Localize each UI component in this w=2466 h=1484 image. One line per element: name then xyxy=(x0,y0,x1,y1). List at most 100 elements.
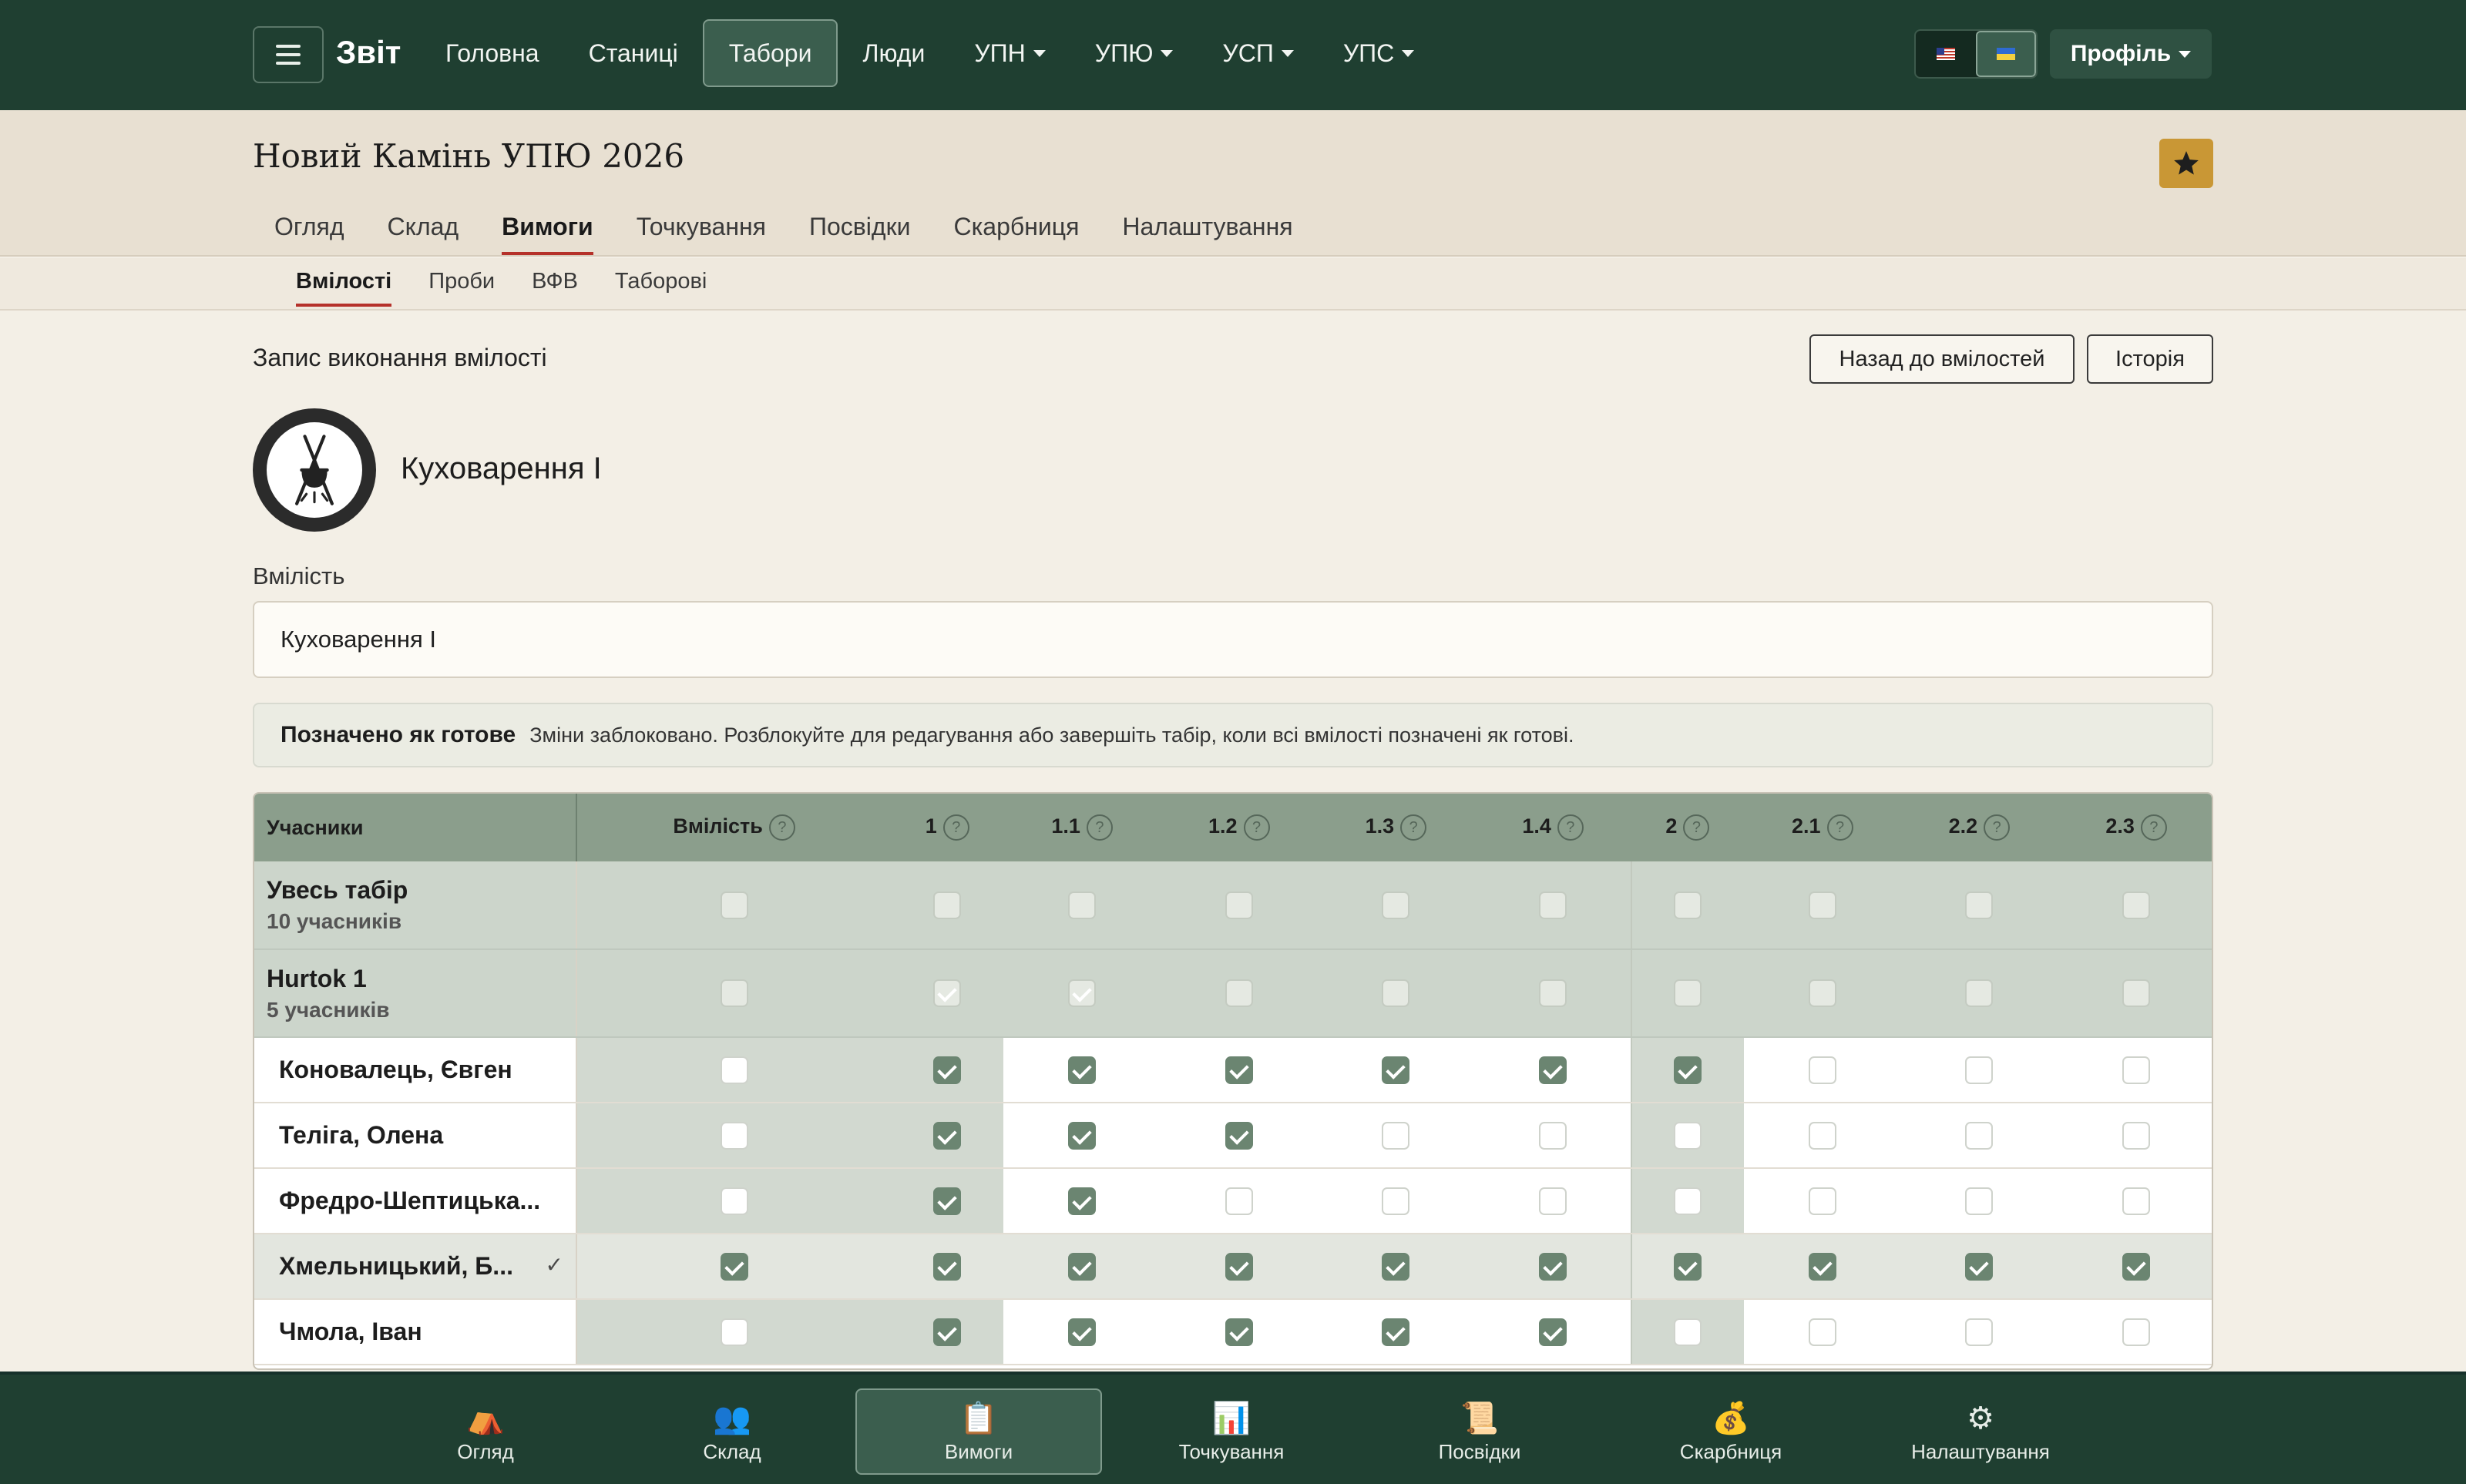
subtab-vfv[interactable]: ВФВ xyxy=(513,266,596,307)
requirement-checkbox[interactable] xyxy=(933,1121,962,1150)
requirement-checkbox[interactable] xyxy=(1808,1121,1836,1150)
lang-uk-button[interactable] xyxy=(1976,31,2036,77)
requirement-checkbox[interactable] xyxy=(1808,979,1836,1007)
requirement-checkbox[interactable] xyxy=(1382,1121,1410,1150)
requirement-checkbox[interactable] xyxy=(1225,1056,1253,1084)
bottom-nav-scroll[interactable]: 📜 Посвідки xyxy=(1356,1388,1603,1475)
nav-upn-dropdown[interactable]: УПН xyxy=(949,19,1070,87)
requirement-checkbox[interactable] xyxy=(1965,1318,1994,1346)
help-icon[interactable]: ? xyxy=(1086,814,1113,841)
requirement-checkbox[interactable] xyxy=(2122,1318,2151,1346)
requirement-checkbox[interactable] xyxy=(2122,891,2151,919)
subtab-camp[interactable]: Таборові xyxy=(596,266,725,307)
bottom-nav-tent[interactable]: ⛺ Огляд xyxy=(362,1388,609,1475)
requirement-checkbox[interactable] xyxy=(1068,1056,1097,1084)
requirement-checkbox[interactable] xyxy=(1225,891,1253,919)
requirement-checkbox[interactable] xyxy=(933,1187,962,1215)
tab-requirements[interactable]: Вимоги xyxy=(480,206,615,255)
nav-usp-dropdown[interactable]: УСП xyxy=(1198,19,1318,87)
requirement-checkbox[interactable] xyxy=(1382,1187,1410,1215)
requirement-checkbox[interactable] xyxy=(1225,1121,1253,1150)
requirement-checkbox[interactable] xyxy=(1538,1252,1567,1281)
bottom-nav-bar-chart[interactable]: 📊 Точкування xyxy=(1108,1388,1355,1475)
requirement-checkbox[interactable] xyxy=(1382,1252,1410,1281)
nav-people[interactable]: Люди xyxy=(838,19,949,87)
requirement-checkbox[interactable] xyxy=(1674,1121,1702,1150)
requirement-checkbox[interactable] xyxy=(1808,891,1836,919)
favorite-star-button[interactable] xyxy=(2159,139,2213,188)
requirement-checkbox[interactable] xyxy=(1808,1056,1836,1084)
requirement-checkbox[interactable] xyxy=(1965,1187,1994,1215)
bottom-nav-gear[interactable]: ⚙ Налаштування xyxy=(1857,1388,2104,1475)
help-icon[interactable]: ? xyxy=(1683,814,1710,841)
requirement-checkbox[interactable] xyxy=(1382,1318,1410,1346)
requirement-checkbox[interactable] xyxy=(933,979,962,1007)
requirement-checkbox[interactable] xyxy=(933,891,962,919)
tab-settings[interactable]: Налаштування xyxy=(1100,206,1314,255)
requirement-checkbox[interactable] xyxy=(1068,1252,1097,1281)
back-to-skills-button[interactable]: Назад до вмілостей xyxy=(1809,334,2075,384)
nav-upyu-dropdown[interactable]: УПЮ xyxy=(1070,19,1198,87)
requirement-checkbox[interactable] xyxy=(720,1318,748,1346)
requirement-checkbox[interactable] xyxy=(1674,1252,1702,1281)
subtab-skills[interactable]: Вмілості xyxy=(277,266,410,307)
requirement-checkbox[interactable] xyxy=(1538,1318,1567,1346)
requirement-checkbox[interactable] xyxy=(1538,891,1567,919)
requirement-checkbox[interactable] xyxy=(720,1056,748,1084)
requirement-checkbox[interactable] xyxy=(1965,891,1994,919)
bottom-nav-clipboard[interactable]: 📋 Вимоги xyxy=(855,1388,1102,1475)
nav-home[interactable]: Головна xyxy=(421,19,564,87)
requirement-checkbox[interactable] xyxy=(1068,1187,1097,1215)
skill-select-field[interactable]: Куховарення І xyxy=(253,601,2213,678)
requirement-checkbox[interactable] xyxy=(1538,1187,1567,1215)
tab-roster[interactable]: Склад xyxy=(366,206,481,255)
tab-overview[interactable]: Огляд xyxy=(253,206,366,255)
requirement-checkbox[interactable] xyxy=(1538,1121,1567,1150)
requirement-checkbox[interactable] xyxy=(2122,1056,2151,1084)
requirement-checkbox[interactable] xyxy=(1382,891,1410,919)
requirement-checkbox[interactable] xyxy=(1068,1318,1097,1346)
help-icon[interactable]: ? xyxy=(1243,814,1270,841)
requirement-checkbox[interactable] xyxy=(1674,1056,1702,1084)
requirement-checkbox[interactable] xyxy=(2122,979,2151,1007)
requirement-checkbox[interactable] xyxy=(720,1252,748,1281)
requirement-checkbox[interactable] xyxy=(1674,1187,1702,1215)
requirement-checkbox[interactable] xyxy=(1965,979,1994,1007)
requirement-checkbox[interactable] xyxy=(1068,891,1097,919)
requirement-checkbox[interactable] xyxy=(1068,1121,1097,1150)
requirement-checkbox[interactable] xyxy=(1808,1318,1836,1346)
requirement-checkbox[interactable] xyxy=(2122,1121,2151,1150)
requirement-checkbox[interactable] xyxy=(1225,1187,1253,1215)
history-button[interactable]: Історія xyxy=(2087,334,2213,384)
tab-scoring[interactable]: Точкування xyxy=(615,206,788,255)
requirement-checkbox[interactable] xyxy=(1674,979,1702,1007)
nav-stations[interactable]: Станиці xyxy=(564,19,703,87)
requirement-checkbox[interactable] xyxy=(1382,979,1410,1007)
requirement-checkbox[interactable] xyxy=(1674,891,1702,919)
requirement-checkbox[interactable] xyxy=(1225,979,1253,1007)
requirement-checkbox[interactable] xyxy=(1382,1056,1410,1084)
subtab-tests[interactable]: Проби xyxy=(410,266,513,307)
requirement-checkbox[interactable] xyxy=(720,979,748,1007)
help-icon[interactable]: ? xyxy=(1984,814,2011,841)
help-icon[interactable]: ? xyxy=(768,814,795,841)
requirement-checkbox[interactable] xyxy=(720,891,748,919)
requirement-checkbox[interactable] xyxy=(1674,1318,1702,1346)
requirement-checkbox[interactable] xyxy=(933,1318,962,1346)
brand-logo[interactable]: Звіт xyxy=(336,34,401,71)
requirement-checkbox[interactable] xyxy=(1538,979,1567,1007)
requirement-checkbox[interactable] xyxy=(933,1056,962,1084)
help-icon[interactable]: ? xyxy=(1826,814,1853,841)
help-icon[interactable]: ? xyxy=(2140,814,2167,841)
requirement-checkbox[interactable] xyxy=(1225,1252,1253,1281)
requirement-checkbox[interactable] xyxy=(1068,979,1097,1007)
requirement-checkbox[interactable] xyxy=(2122,1252,2151,1281)
requirement-checkbox[interactable] xyxy=(1965,1252,1994,1281)
hamburger-menu-icon[interactable] xyxy=(253,26,324,83)
requirement-checkbox[interactable] xyxy=(933,1252,962,1281)
bottom-nav-people[interactable]: 👥 Склад xyxy=(609,1388,855,1475)
requirement-checkbox[interactable] xyxy=(720,1187,748,1215)
requirement-checkbox[interactable] xyxy=(1225,1318,1253,1346)
nav-camps[interactable]: Табори xyxy=(702,19,838,87)
requirement-checkbox[interactable] xyxy=(1808,1252,1836,1281)
